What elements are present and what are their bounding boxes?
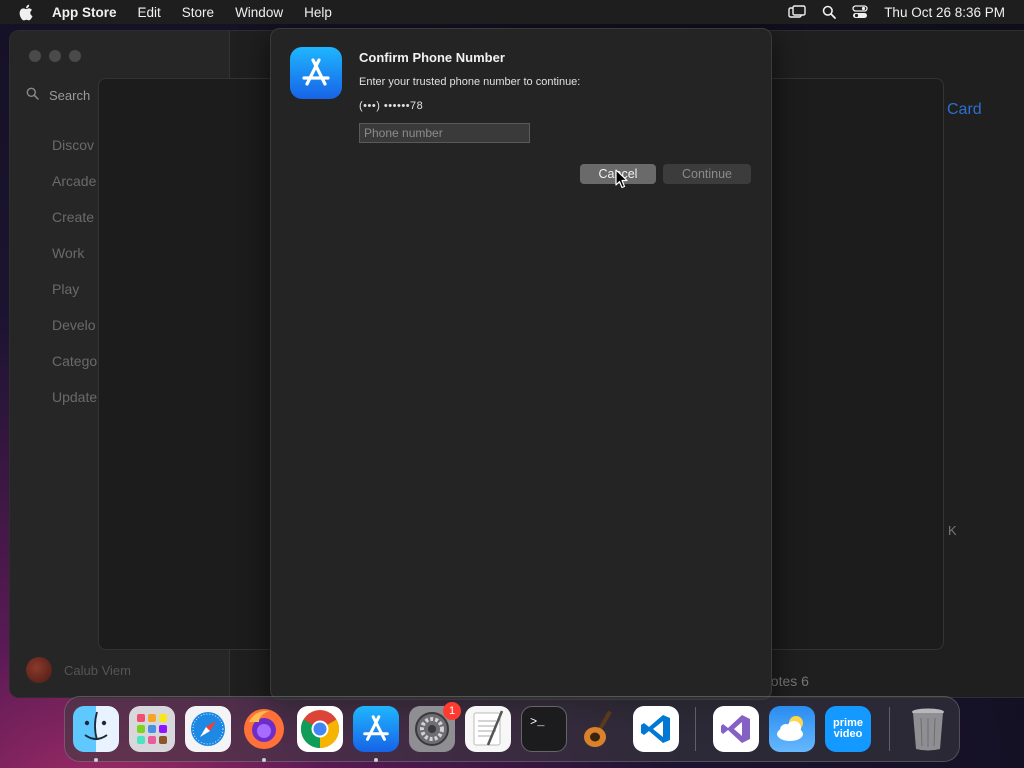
sidebar-item-discover[interactable]: Discov (52, 135, 97, 171)
textedit-icon (473, 710, 504, 746)
screen-mirroring-icon[interactable] (788, 5, 806, 19)
dock: 1 >_ prime video (64, 696, 960, 762)
zoom-window-button[interactable] (69, 50, 81, 62)
finder-icon (84, 711, 108, 741)
dock-launchpad[interactable] (129, 706, 175, 752)
app-store-icon (363, 715, 389, 741)
window-traffic-lights (29, 50, 81, 62)
sidebar-search[interactable]: Search (26, 87, 90, 103)
mouse-cursor-icon (615, 169, 628, 189)
running-indicator (374, 758, 378, 762)
menu-help[interactable]: Help (304, 5, 332, 20)
launchpad-icon (137, 714, 167, 744)
dock-trash[interactable] (905, 706, 951, 752)
dock-system-settings[interactable]: 1 (409, 702, 461, 752)
weather-icon (777, 716, 803, 741)
running-indicator (262, 758, 266, 762)
sidebar-item-categories[interactable]: Catego (52, 351, 97, 387)
dock-visual-studio[interactable] (713, 706, 759, 752)
dock-terminal[interactable]: >_ (521, 706, 567, 752)
masked-phone-number: (•••) ••••••78 (359, 100, 424, 112)
menu-app-name[interactable]: App Store (52, 5, 117, 20)
dock-separator (889, 707, 890, 751)
dock-textedit[interactable] (465, 706, 511, 752)
control-center-icon[interactable] (852, 5, 868, 19)
sidebar-item-work[interactable]: Work (52, 243, 97, 279)
minimize-window-button[interactable] (49, 50, 61, 62)
sidebar-item-updates[interactable]: Update (52, 387, 97, 423)
menu-edit[interactable]: Edit (138, 5, 161, 20)
sidebar-item-create[interactable]: Create (52, 207, 97, 243)
dock-chrome[interactable] (297, 706, 343, 752)
dialog-title: Confirm Phone Number (359, 50, 505, 65)
dock-app-store[interactable] (353, 706, 399, 752)
dock-garageband[interactable] (577, 706, 623, 752)
safari-icon (191, 712, 225, 746)
visual-studio-icon (721, 715, 750, 743)
garageband-icon (584, 710, 612, 747)
phone-number-input[interactable] (359, 123, 530, 143)
vscode-icon (641, 715, 670, 743)
dock-finder[interactable] (73, 706, 119, 752)
trash-icon (912, 708, 944, 751)
menu-store[interactable]: Store (182, 5, 214, 20)
menu-window[interactable]: Window (235, 5, 283, 20)
dock-firefox[interactable] (241, 706, 287, 752)
card-link[interactable]: Card (947, 101, 982, 119)
terminal-icon: >_ (530, 715, 545, 729)
search-label: Search (49, 87, 91, 103)
partial-text-k: K (948, 523, 957, 538)
app-store-icon (290, 47, 342, 99)
search-icon (26, 87, 39, 103)
menu-clock[interactable]: Thu Oct 26 8:36 PM (884, 5, 1005, 20)
firefox-icon (244, 709, 284, 749)
dock-separator (695, 707, 696, 751)
sidebar-nav: Discov Arcade Create Work Play Develo Ca… (52, 135, 97, 423)
dock-safari[interactable] (185, 706, 231, 752)
apple-menu-icon[interactable] (18, 4, 38, 21)
account-name: Calub Viem (64, 662, 131, 678)
dock-prime-video[interactable]: prime video (825, 706, 871, 752)
close-window-button[interactable] (29, 50, 41, 62)
running-indicator (94, 758, 98, 762)
prime-video-icon: prime video (833, 717, 863, 740)
notification-badge: 1 (443, 702, 461, 720)
sidebar-account[interactable]: Calub Viem (26, 657, 131, 683)
chrome-icon (300, 710, 340, 749)
spotlight-search-icon[interactable] (822, 5, 837, 19)
sidebar-item-arcade[interactable]: Arcade (52, 171, 97, 207)
dock-weather[interactable] (769, 706, 815, 752)
menu-bar: App Store Edit Store Window Help Thu Oct… (0, 0, 1024, 24)
dialog-message: Enter your trusted phone number to conti… (359, 76, 581, 88)
sidebar-item-develop[interactable]: Develo (52, 315, 97, 351)
avatar (26, 657, 52, 683)
continue-button[interactable]: Continue (663, 164, 751, 184)
confirm-phone-dialog: Confirm Phone Number Enter your trusted … (270, 28, 772, 700)
sidebar-item-play[interactable]: Play (52, 279, 97, 315)
dock-vscode[interactable] (633, 706, 679, 752)
